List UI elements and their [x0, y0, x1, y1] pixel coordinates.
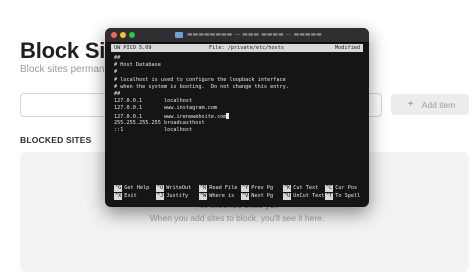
shortcut-key: ^V — [241, 193, 250, 200]
shortcut-label: Get Help — [124, 185, 150, 191]
folder-icon — [175, 32, 183, 38]
shortcut-key: ^O — [156, 185, 165, 192]
shortcut-key: ^J — [156, 193, 165, 200]
shortcut-writeout: ^O WriteOut — [156, 185, 191, 192]
hosts-file-content[interactable]: ## # Host Database # # localhost is used… — [114, 55, 364, 134]
shortcut-label: Read File — [209, 185, 238, 191]
nano-header-bar: UW PICO 5.09 File: /private/etc/hosts Mo… — [111, 44, 363, 52]
shortcut-to-spell: ^T To Spell — [325, 193, 360, 200]
shortcut-label: Cut Text — [293, 185, 319, 191]
shortcut-label: WriteOut — [166, 185, 192, 191]
shortcut-key: ^R — [199, 185, 208, 192]
file-line: 255.255.255.255 broadcasthost — [114, 119, 205, 126]
text-cursor — [226, 112, 230, 119]
nano-filename: File: /private/etc/hosts — [209, 45, 284, 51]
file-line: # localhost is used to configure the loo… — [114, 76, 286, 83]
file-line: 127.0.0.1 localhost — [114, 98, 193, 105]
shortcut-key: ^X — [114, 193, 123, 200]
shortcut-label: UnCut Text — [293, 193, 325, 199]
shortcut-label: To Spell — [335, 193, 361, 199]
blocked-sites-heading: BLOCKED SITES — [20, 135, 92, 145]
shortcut-label: Next Pg — [251, 193, 274, 199]
shortcut-key: ^K — [283, 185, 292, 192]
shortcut-label: Exit — [124, 193, 137, 199]
nano-status: Modified — [335, 45, 360, 51]
file-line: 127.0.0.1 www.instagram.com — [114, 105, 218, 112]
shortcut-key: ^T — [325, 193, 334, 200]
shortcut-key: ^W — [199, 193, 208, 200]
shortcut-prev-page: ^Y Prev Pg — [241, 185, 273, 192]
file-line: ## — [114, 90, 121, 97]
shortcut-key: ^G — [114, 185, 123, 192]
shortcut-exit: ^X Exit — [114, 193, 137, 200]
page-subtitle: Block sites permanen — [20, 64, 116, 75]
plus-icon: + — [407, 99, 414, 110]
zoom-window-button[interactable] — [129, 32, 135, 38]
shortcut-where-is: ^W Where is — [199, 193, 234, 200]
shortcut-key: ^U — [283, 193, 292, 200]
terminal-titlebar[interactable]: ▬▬▬▬▬▬▬▬ — ▬▬▬ ▬▬▬▬ — ▬▬▬▬▬ — [105, 28, 369, 43]
add-item-label: Add item — [421, 99, 456, 110]
empty-state-description: When you add sites to block, you'll see … — [149, 213, 325, 223]
shortcut-label: Prev Pg — [251, 185, 274, 191]
add-item-button[interactable]: + Add item — [391, 94, 469, 115]
minimize-window-button[interactable] — [120, 32, 126, 38]
terminal-window[interactable]: ▬▬▬▬▬▬▬▬ — ▬▬▬ ▬▬▬▬ — ▬▬▬▬▬ UW PICO 5.09… — [105, 28, 369, 207]
shortcut-uncut-text: ^U UnCut Text — [283, 193, 324, 200]
shortcut-read-file: ^R Read File — [199, 185, 237, 192]
file-line: ## — [114, 55, 121, 61]
file-line: # — [114, 69, 118, 76]
shortcut-cur-pos: ^C Cur Pos — [325, 185, 357, 192]
file-line-text: 127.0.0.1 www.irenewebsite.com — [114, 113, 227, 120]
shortcut-label: Where is — [209, 193, 235, 199]
file-line-with-cursor: 127.0.0.1 www.irenewebsite.com — [114, 112, 364, 120]
shortcut-justify: ^J Justify — [156, 193, 188, 200]
file-line: ::1 localhost — [114, 126, 193, 133]
shortcut-cut-text: ^K Cut Text — [283, 185, 318, 192]
terminal-title: ▬▬▬▬▬▬▬▬ — ▬▬▬ ▬▬▬▬ — ▬▬▬▬▬ — [187, 31, 322, 38]
file-line: # when the system is booting. Do not cha… — [114, 83, 289, 90]
shortcut-key: ^Y — [241, 185, 250, 192]
file-line: # Host Database — [114, 62, 161, 69]
shortcut-label: Cur Pos — [335, 185, 358, 191]
nano-version: UW PICO 5.09 — [114, 45, 152, 51]
shortcut-label: Justify — [166, 193, 189, 199]
shortcut-get-help: ^G Get Help — [114, 185, 149, 192]
shortcut-key: ^C — [325, 185, 334, 192]
shortcut-next-page: ^V Next Pg — [241, 193, 273, 200]
close-window-button[interactable] — [111, 32, 117, 38]
